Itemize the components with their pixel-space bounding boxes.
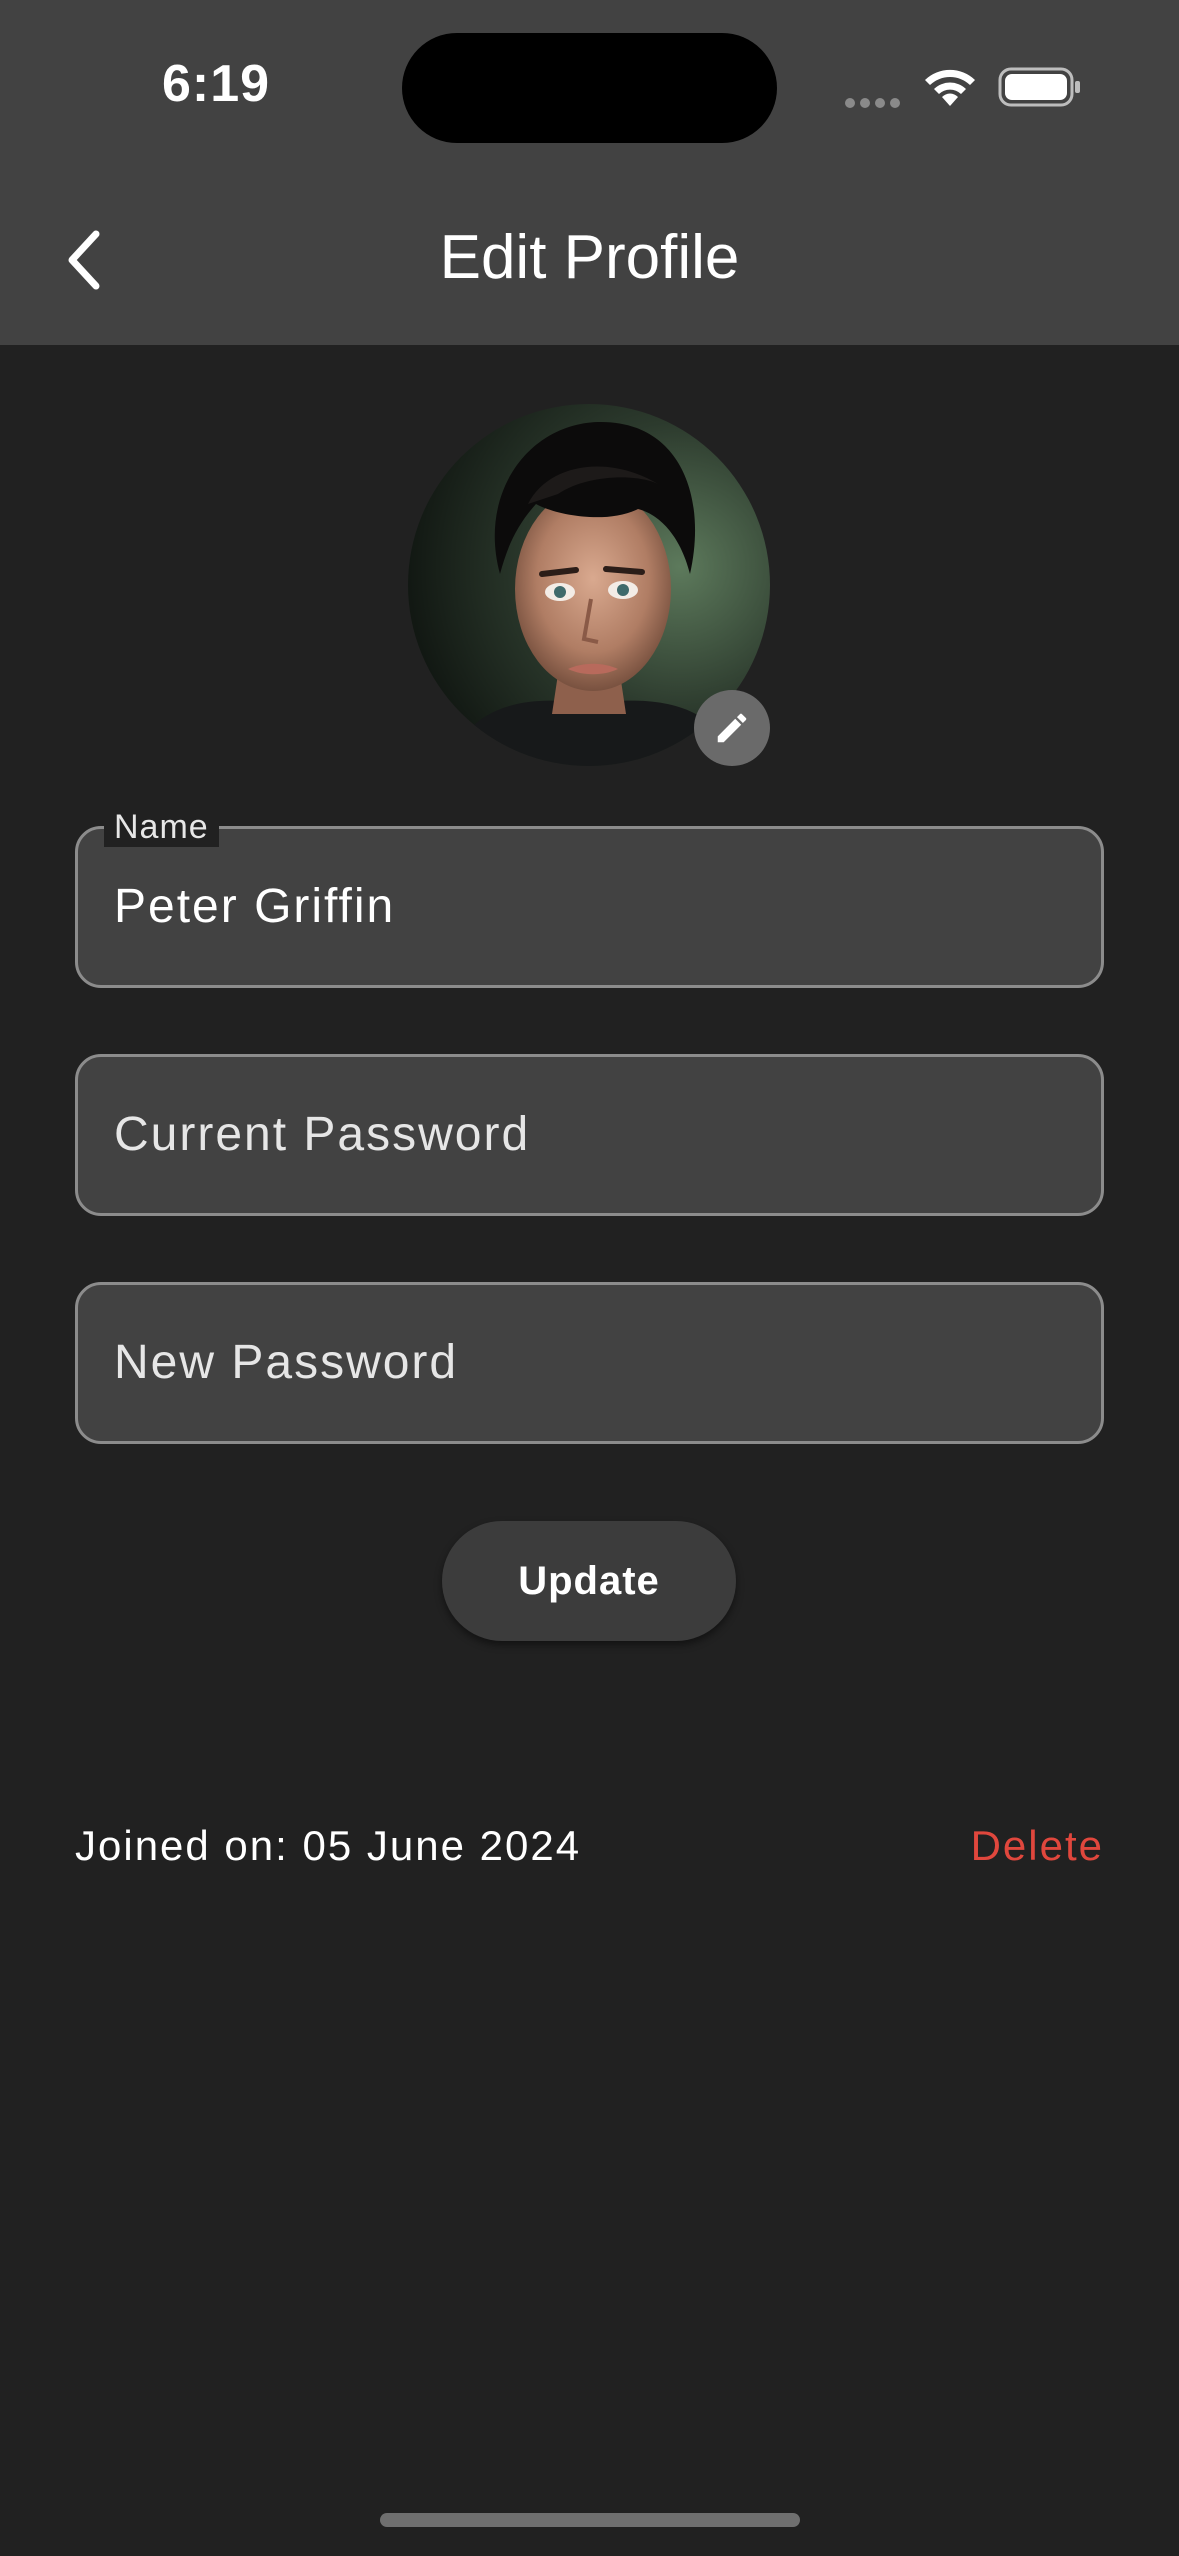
- cellular-signal-icon: [845, 95, 905, 113]
- status-bar: 6:19: [0, 0, 1179, 170]
- profile-photo[interactable]: [408, 404, 770, 766]
- name-input[interactable]: Peter Griffin: [114, 879, 395, 934]
- new-password-field[interactable]: New Password: [75, 1282, 1104, 1444]
- pencil-icon: [717, 713, 747, 743]
- update-button[interactable]: Update: [442, 1521, 736, 1641]
- app-header: 6:19 Edit Profile: [0, 0, 1179, 345]
- delete-account-link[interactable]: Delete: [971, 1822, 1104, 1870]
- current-password-field[interactable]: Current Password: [75, 1054, 1104, 1216]
- wifi-icon: [925, 69, 975, 106]
- new-password-input[interactable]: New Password: [114, 1335, 458, 1390]
- status-time: 6:19: [162, 55, 271, 113]
- dynamic-island: [402, 33, 777, 143]
- name-field[interactable]: Name Peter Griffin: [75, 807, 1104, 988]
- joined-date: Joined on: 05 June 2024: [75, 1822, 582, 1869]
- home-indicator[interactable]: [380, 2513, 800, 2527]
- current-password-input[interactable]: Current Password: [114, 1107, 530, 1162]
- edit-photo-button[interactable]: [694, 690, 770, 766]
- page-title: Edit Profile: [439, 223, 740, 292]
- battery-icon: [998, 67, 1080, 107]
- name-field-label: Name: [104, 807, 219, 847]
